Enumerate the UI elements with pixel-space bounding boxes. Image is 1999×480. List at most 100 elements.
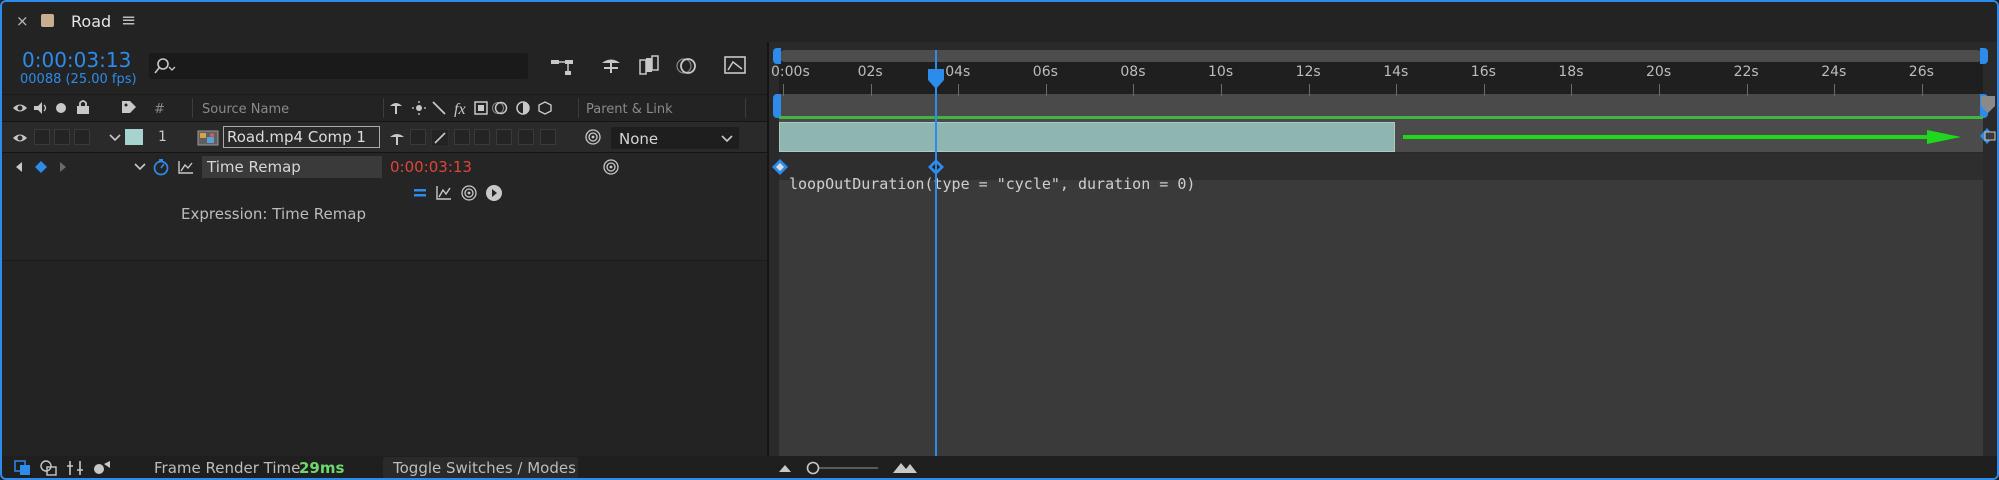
chevron-down-icon[interactable] — [134, 162, 146, 172]
toggle-switches-modes-label: Toggle Switches / Modes — [393, 459, 576, 477]
render-time-pane-icon[interactable] — [92, 460, 112, 476]
ruler-tick-mark — [1746, 84, 1748, 96]
search-icon — [154, 58, 176, 74]
keyframe-start[interactable] — [771, 158, 789, 176]
add-keyframe-icon[interactable] — [34, 160, 48, 174]
ruler-tick-mark — [1396, 84, 1398, 96]
motion-blur-switch[interactable] — [496, 129, 512, 145]
ruler-tick-label: 26s — [1908, 64, 1934, 80]
ruler-tick-label: 02s — [857, 64, 883, 80]
audio-toggle[interactable] — [34, 129, 50, 145]
visibility-toggle-icon[interactable] — [12, 130, 28, 146]
transfer-controls-pane-icon[interactable] — [40, 460, 58, 476]
layer-search-input[interactable] — [149, 53, 528, 79]
ruler-tick-mark — [1571, 84, 1573, 96]
frame-blending-icon[interactable] — [637, 54, 661, 78]
ruler-tick-mark — [1659, 84, 1660, 96]
frame-count-display: 00088 (25.00 fps) — [20, 72, 137, 87]
lock-icon[interactable] — [75, 99, 91, 115]
current-time-display[interactable]: 0:00:03:13 — [22, 48, 131, 72]
layer-number: 1 — [158, 129, 167, 145]
panel-menu-icon[interactable]: ≡ — [121, 10, 136, 31]
graph-toggle-icon[interactable] — [177, 159, 195, 175]
ruler-tick-label: 08s — [1120, 64, 1146, 80]
ruler-tick-label: 04s — [945, 64, 971, 80]
label-icon[interactable] — [120, 99, 138, 115]
solo-icon[interactable] — [55, 102, 67, 114]
layer-name-field[interactable]: Road.mp4 Comp 1 — [227, 128, 366, 146]
green-arrow-annotation — [1403, 130, 1961, 144]
audio-icon[interactable] — [32, 100, 48, 116]
work-area-start-handle[interactable] — [773, 94, 781, 118]
pick-whip-icon[interactable] — [584, 128, 602, 146]
column-divider — [578, 98, 579, 118]
frame-blend-switch[interactable] — [474, 129, 490, 145]
ruler-tick-mark — [1483, 84, 1485, 96]
3d-layer-switch[interactable] — [540, 129, 556, 145]
playhead-handle[interactable] — [927, 68, 945, 90]
graph-editor-icon[interactable] — [722, 52, 748, 78]
ruler-tick-mark — [1133, 84, 1135, 96]
time-navigator-bar[interactable] — [779, 50, 1983, 62]
expression-graph-icon[interactable] — [435, 184, 453, 202]
layer-switch-icon[interactable] — [1977, 124, 1997, 148]
chevron-down-icon[interactable] — [109, 133, 121, 143]
quality-switch-icon[interactable] — [431, 129, 449, 147]
parent-dropdown[interactable]: None — [611, 127, 739, 149]
effect-switch[interactable] — [454, 129, 470, 145]
layer-duration-bar[interactable] — [779, 122, 1395, 152]
column-divider — [383, 98, 384, 118]
adjustment-layer-switch[interactable] — [518, 129, 534, 145]
shy-switch-icon[interactable] — [388, 130, 406, 146]
panel-tab-bar: × Road ≡ — [2, 2, 1997, 42]
current-time-indicator[interactable] — [935, 50, 937, 456]
layer-row[interactable]: 1 Road.mp4 Comp 1 None — [2, 121, 769, 153]
layer-switches-pane-icon[interactable] — [14, 460, 32, 476]
time-remap-property-row[interactable]: Time Remap 0:00:03:13 — [2, 153, 769, 181]
expression-language-menu-icon[interactable] — [485, 184, 503, 202]
navigator-start-handle[interactable] — [773, 48, 781, 64]
ruler-tick-mark — [870, 84, 872, 96]
solo-toggle[interactable] — [54, 129, 70, 145]
svg-text:fx: fx — [454, 101, 466, 117]
zoom-in-icon[interactable] — [892, 460, 918, 474]
stopwatch-icon[interactable] — [152, 158, 170, 176]
column-divider — [192, 98, 193, 118]
ruler-tick-label: 22s — [1733, 64, 1759, 80]
motion-blur-icon[interactable] — [673, 54, 699, 78]
composition-tab-title[interactable]: Road — [71, 12, 111, 31]
ruler-tick-label: 20s — [1646, 64, 1672, 80]
bottom-status-bar: Frame Render Time 29ms Toggle Switches /… — [2, 456, 1997, 478]
toggle-switches-modes-button[interactable]: Toggle Switches / Modes — [383, 457, 578, 478]
expression-graph-area[interactable] — [779, 180, 1983, 456]
expression-code-field[interactable]: loopOutDuration(type = "cycle", duration… — [789, 175, 1195, 193]
ruler-tick-label: 0:00s — [771, 64, 810, 80]
lock-toggle[interactable] — [74, 129, 90, 145]
navigator-end-handle[interactable] — [1980, 48, 1988, 64]
property-name: Time Remap — [207, 158, 301, 176]
next-keyframe-icon[interactable] — [58, 161, 68, 173]
expression-pick-whip-icon[interactable] — [460, 184, 478, 202]
in-out-pane-icon[interactable] — [66, 460, 84, 476]
shy-layers-icon[interactable] — [599, 54, 623, 78]
ruler-tick-mark — [1221, 84, 1222, 96]
zoom-slider-thumb[interactable] — [806, 461, 820, 475]
ruler-tick-mark — [783, 84, 784, 96]
composition-flowchart-icon[interactable] — [549, 56, 575, 78]
cache-indicator — [779, 116, 1983, 119]
ruler-tick-label: 18s — [1558, 64, 1584, 80]
zoom-out-icon[interactable] — [778, 463, 792, 473]
close-tab-button[interactable]: × — [16, 12, 29, 30]
property-value[interactable]: 0:00:03:13 — [390, 158, 472, 176]
expression-enable-icon[interactable] — [412, 185, 428, 201]
pick-whip-icon[interactable] — [602, 158, 620, 176]
comp-marker-bin-icon[interactable] — [1979, 94, 1997, 116]
frame-render-time-label: Frame Render Time — [154, 459, 301, 477]
layer-outline-pane: 0:00:03:13 00088 (25.00 fps) # Source Na… — [2, 42, 769, 456]
collapse-switch[interactable] — [410, 129, 426, 145]
layer-label-color[interactable] — [125, 129, 143, 145]
eye-icon[interactable] — [12, 100, 28, 116]
column-divider — [745, 98, 746, 118]
previous-keyframe-icon[interactable] — [14, 161, 24, 173]
ruler-tick-mark — [1834, 84, 1836, 96]
